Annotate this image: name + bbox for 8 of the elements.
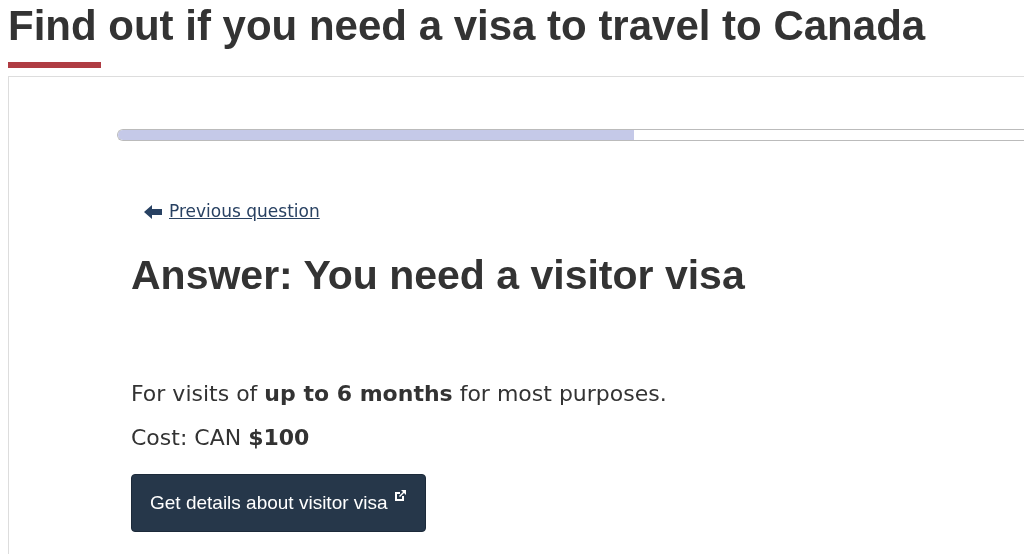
visitor-visa-details-button[interactable]: Get details about visitor visa (131, 474, 426, 533)
left-arrow-icon (144, 205, 162, 220)
page-title: Find out if you need a visa to travel to Canada (7, 1, 927, 51)
detail-text: For visits of up to 6 months for most purposes. (131, 380, 668, 408)
external-link-icon (392, 489, 407, 503)
answer-heading: Answer: You need a visitor visa (131, 250, 746, 300)
previous-question-link[interactable]: Previous question (169, 199, 320, 225)
detail-text: Cost: CAN $100 (131, 424, 311, 452)
